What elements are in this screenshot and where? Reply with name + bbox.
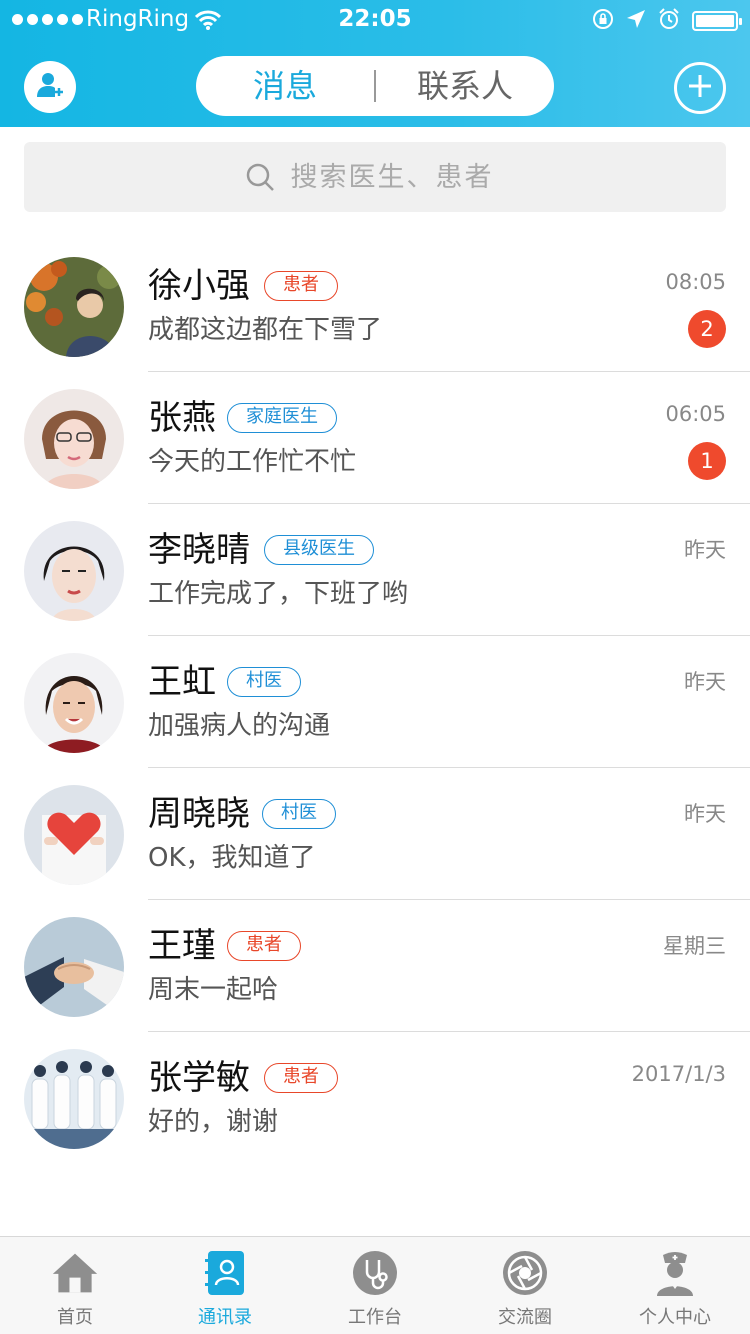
- contacts-icon: [201, 1249, 249, 1297]
- tab-home[interactable]: 首页: [0, 1237, 150, 1334]
- tab-label: 个人中心: [639, 1307, 711, 1328]
- contact-name: 张燕: [148, 398, 216, 438]
- tab-label: 工作台: [348, 1307, 402, 1328]
- message-time: 2017/1/3: [631, 1062, 726, 1086]
- role-tag: 县级医生: [264, 535, 374, 565]
- role-tag: 患者: [264, 271, 338, 301]
- tab-contacts-book[interactable]: 通讯录: [150, 1237, 300, 1334]
- avatar: [24, 785, 124, 885]
- app-header: RingRing 22:05 消息 联系人: [0, 0, 750, 127]
- add-user-button[interactable]: [24, 61, 76, 113]
- conversation-row[interactable]: 李晓晴 县级医生 工作完成了，下班了哟 昨天: [0, 504, 750, 636]
- status-bar: RingRing 22:05: [0, 0, 750, 40]
- add-button[interactable]: [674, 62, 726, 114]
- avatar: [24, 521, 124, 621]
- stethoscope-icon: [351, 1249, 399, 1297]
- conversation-list: 徐小强 患者 成都这边都在下雪了 08:05 2 张燕 家庭医生 今天的工作忙不…: [0, 240, 750, 1164]
- tab-label: 交流圈: [498, 1307, 552, 1328]
- add-user-icon: [35, 70, 65, 104]
- contact-name: 张学敏: [148, 1058, 250, 1098]
- role-tag: 村医: [262, 799, 336, 829]
- tab-label: 首页: [57, 1307, 93, 1328]
- search-bar[interactable]: [24, 142, 726, 212]
- role-tag: 患者: [227, 931, 301, 961]
- message-preview: 加强病人的沟通: [148, 711, 331, 741]
- message-preview: 工作完成了，下班了哟: [148, 579, 409, 609]
- message-preview: 成都这边都在下雪了: [148, 315, 383, 345]
- message-time: 星期三: [663, 934, 726, 958]
- message-time: 昨天: [684, 670, 726, 694]
- avatar: [24, 917, 124, 1017]
- contact-name: 李晓晴: [148, 530, 250, 570]
- role-tag: 村医: [227, 667, 301, 697]
- contact-name: 王虹: [148, 662, 216, 702]
- conversation-row[interactable]: 王瑾 患者 周末一起哈 星期三: [0, 900, 750, 1032]
- conversation-row[interactable]: 徐小强 患者 成都这边都在下雪了 08:05 2: [0, 240, 750, 372]
- message-preview: OK，我知道了: [148, 843, 316, 873]
- message-time: 08:05: [665, 270, 726, 294]
- tab-contacts[interactable]: 联系人: [376, 56, 554, 116]
- plus-icon: [686, 72, 714, 104]
- avatar: [24, 1049, 124, 1149]
- tab-profile[interactable]: 个人中心: [600, 1237, 750, 1334]
- orientation-lock-icon: [592, 8, 614, 34]
- message-preview: 好的，谢谢: [148, 1107, 279, 1137]
- contact-name: 周晓晓: [148, 794, 250, 834]
- avatar: [24, 257, 124, 357]
- message-preview: 今天的工作忙不忙: [148, 447, 357, 477]
- message-preview: 周末一起哈: [148, 975, 279, 1005]
- tab-workbench[interactable]: 工作台: [300, 1237, 450, 1334]
- message-time: 昨天: [684, 802, 726, 826]
- battery-icon: [692, 11, 742, 31]
- avatar: [24, 653, 124, 753]
- nurse-icon: [651, 1249, 699, 1297]
- tab-community[interactable]: 交流圈: [450, 1237, 600, 1334]
- conversation-row[interactable]: 王虹 村医 加强病人的沟通 昨天: [0, 636, 750, 768]
- message-time: 06:05: [665, 402, 726, 426]
- tab-messages[interactable]: 消息: [196, 56, 374, 116]
- role-tag: 患者: [264, 1063, 338, 1093]
- location-icon: [626, 9, 646, 33]
- unread-badge: 2: [688, 310, 726, 348]
- conversation-row[interactable]: 张燕 家庭医生 今天的工作忙不忙 06:05 1: [0, 372, 750, 504]
- contact-name: 王瑾: [148, 926, 216, 966]
- aperture-icon: [501, 1249, 549, 1297]
- header-segmented-control: 消息 联系人: [196, 56, 554, 116]
- unread-badge: 1: [688, 442, 726, 480]
- tab-label: 通讯录: [198, 1307, 252, 1328]
- avatar: [24, 389, 124, 489]
- conversation-row[interactable]: 周晓晓 村医 OK，我知道了 昨天: [0, 768, 750, 900]
- bottom-tab-bar: 首页 通讯录 工作台 交流圈 个人中心: [0, 1236, 750, 1334]
- message-time: 昨天: [684, 538, 726, 562]
- alarm-icon: [658, 8, 680, 34]
- role-tag: 家庭医生: [227, 403, 337, 433]
- conversation-row[interactable]: 张学敏 患者 好的，谢谢 2017/1/3: [0, 1032, 750, 1164]
- search-input[interactable]: [290, 161, 506, 193]
- home-icon: [51, 1249, 99, 1297]
- search-icon: [245, 162, 275, 192]
- contact-name: 徐小强: [148, 266, 250, 306]
